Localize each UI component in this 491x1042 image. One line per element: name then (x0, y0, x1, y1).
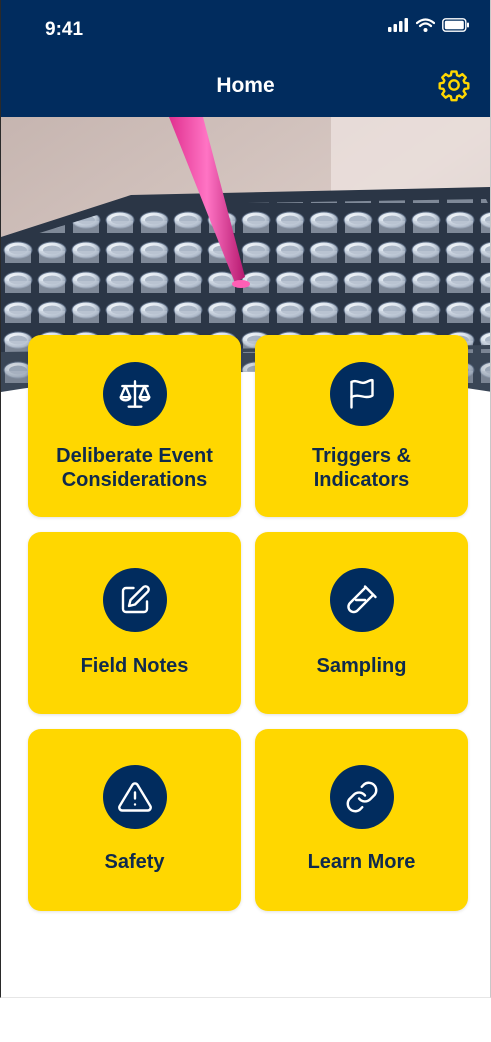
tile-deliberate-event-considerations[interactable]: Deliberate Event Considerations (28, 335, 241, 517)
wifi-icon (416, 18, 435, 32)
scales-icon (119, 380, 150, 408)
tile-label-line1: Deliberate Event (56, 445, 213, 467)
flag-icon (349, 378, 374, 409)
tile-label: Learn More (307, 851, 416, 873)
tile-icon-circle (102, 568, 167, 632)
tile-triggers-indicators[interactable]: Triggers & Indicators (255, 335, 468, 517)
tile-field-notes[interactable]: Field Notes (28, 532, 241, 714)
tile-label-line2: Considerations (61, 469, 208, 491)
tile-icon-circle (329, 362, 394, 426)
tile-label: Safety (104, 851, 165, 873)
edit-icon (121, 585, 150, 614)
battery-icon (442, 18, 469, 32)
tile-icon-circle (329, 568, 394, 632)
tile-label: Triggers & Indicators (261, 444, 462, 492)
tile-sampling[interactable]: Sampling (255, 532, 468, 714)
phone-screen: 9:41 Home Deliberate Event Consideration… (0, 0, 491, 998)
tile-icon-circle (102, 362, 167, 426)
test-tube-icon (346, 585, 377, 614)
page-title: Home (216, 74, 275, 97)
tile-icon-circle (102, 765, 167, 829)
tile-label: Deliberate Event Considerations (34, 444, 235, 492)
tile-label: Field Notes (80, 655, 189, 677)
status-time: 9:41 (45, 19, 84, 40)
signal-icon (388, 18, 408, 32)
tile-label: Sampling (316, 655, 407, 677)
tile-label-line2: Indicators (313, 469, 410, 491)
link-icon (346, 781, 377, 813)
app-header: 9:41 Home (1, 0, 490, 117)
settings-button[interactable] (437, 68, 471, 102)
gear-icon (438, 70, 470, 102)
tile-icon-circle (329, 765, 394, 829)
tile-learn-more[interactable]: Learn More (255, 729, 468, 911)
tile-label-line1: Triggers & (312, 445, 411, 467)
warning-icon (117, 782, 152, 812)
tile-safety[interactable]: Safety (28, 729, 241, 911)
status-icons (388, 18, 470, 32)
